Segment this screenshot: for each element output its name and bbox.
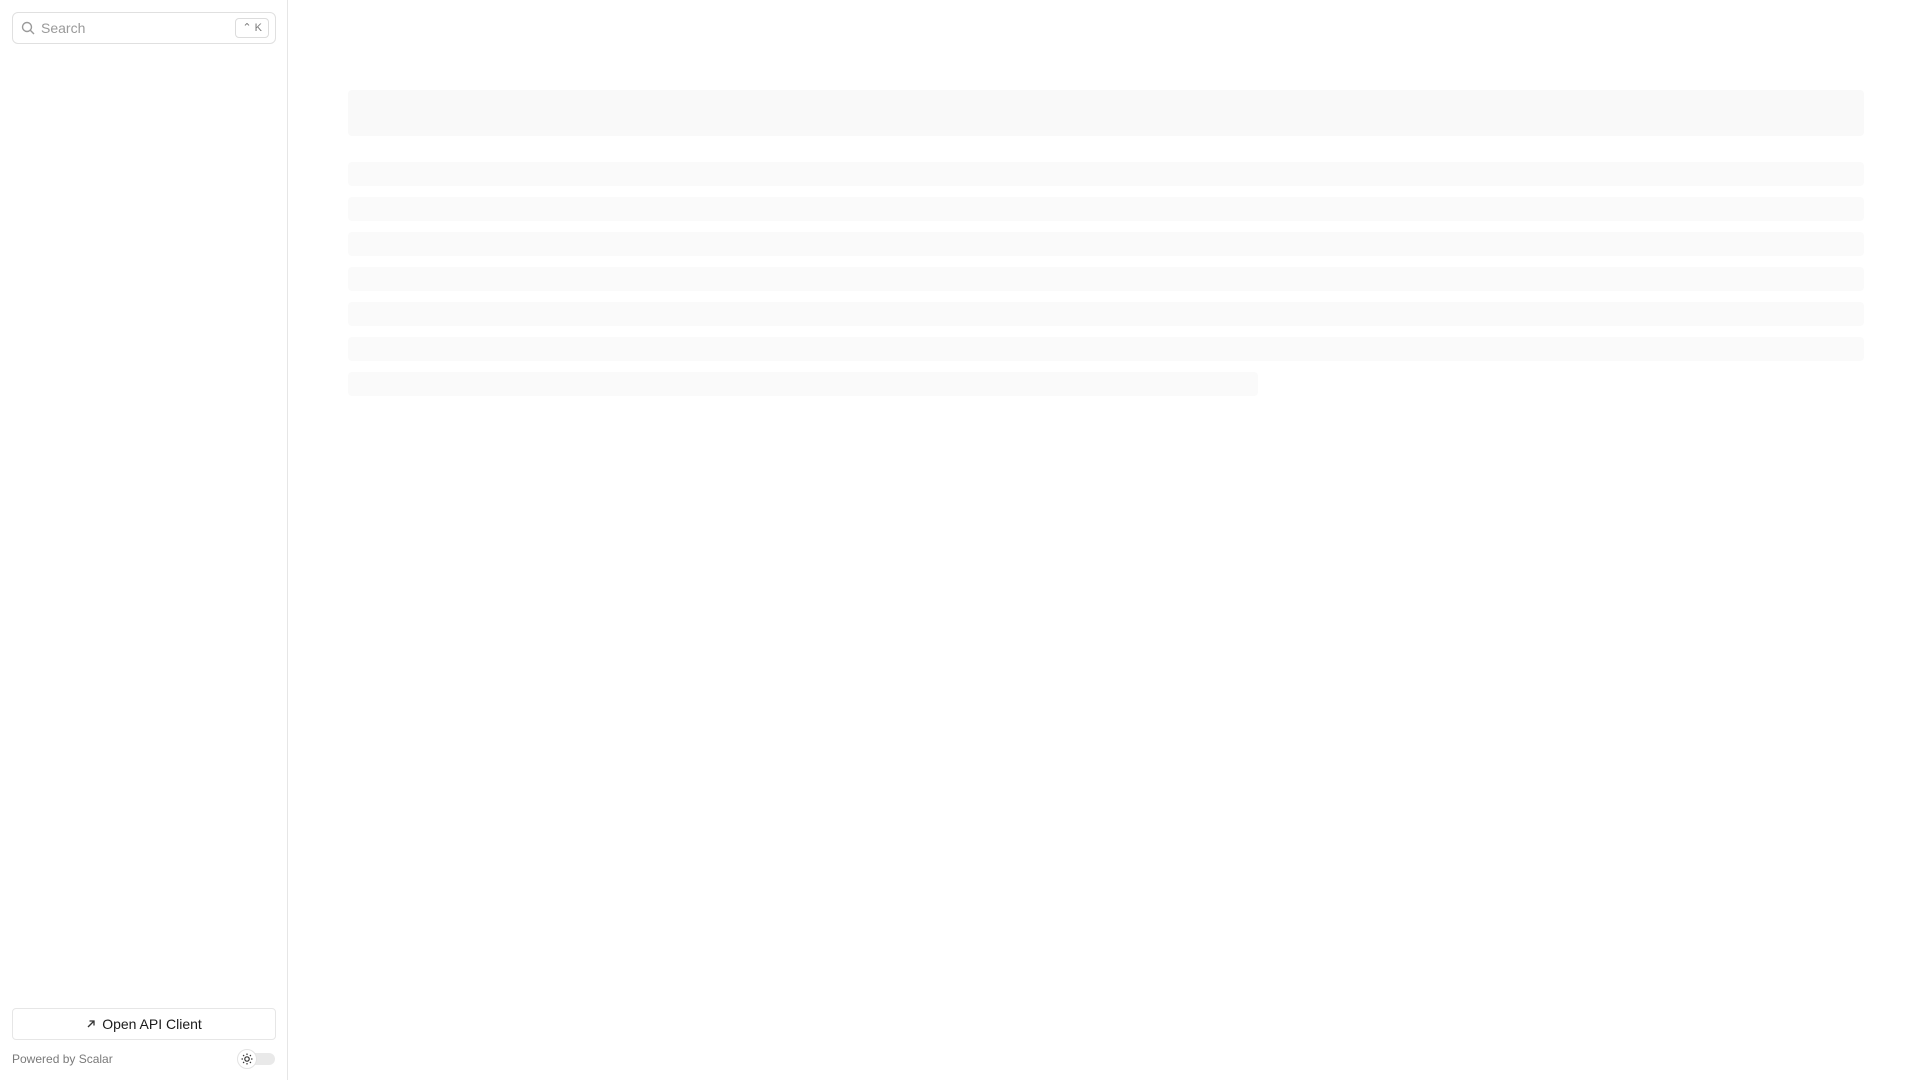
skeleton-line <box>348 267 1864 291</box>
open-api-client-button[interactable]: Open API Client <box>12 1008 276 1040</box>
sun-icon <box>241 1053 253 1065</box>
skeleton-line <box>348 372 1258 396</box>
footer-row: Powered by Scalar <box>12 1049 275 1069</box>
search-box[interactable]: ⌃ K <box>12 12 276 44</box>
search-shortcut-hint: ⌃ K <box>235 18 269 38</box>
sidebar: ⌃ K Open API Client Powered by Scalar <box>0 0 288 1080</box>
loading-skeleton <box>348 90 1864 396</box>
skeleton-title <box>348 90 1864 136</box>
powered-by-link[interactable]: Powered by Scalar <box>12 1052 113 1066</box>
arrow-up-right-icon <box>86 1019 96 1029</box>
skeleton-line <box>348 302 1864 326</box>
theme-toggle-knob <box>237 1049 257 1069</box>
theme-toggle[interactable] <box>237 1049 275 1069</box>
sidebar-footer: Open API Client Powered by Scalar <box>0 1008 287 1080</box>
main-content <box>288 0 1920 1080</box>
skeleton-line <box>348 162 1864 186</box>
search-icon <box>21 21 35 35</box>
app: ⌃ K Open API Client Powered by Scalar <box>0 0 1920 1080</box>
search-input[interactable] <box>41 20 236 36</box>
skeleton-line <box>348 197 1864 221</box>
skeleton-line <box>348 232 1864 256</box>
skeleton-line <box>348 337 1864 361</box>
search-wrap: ⌃ K <box>0 0 287 44</box>
open-api-client-label: Open API Client <box>102 1016 202 1032</box>
sidebar-nav <box>0 44 287 1008</box>
